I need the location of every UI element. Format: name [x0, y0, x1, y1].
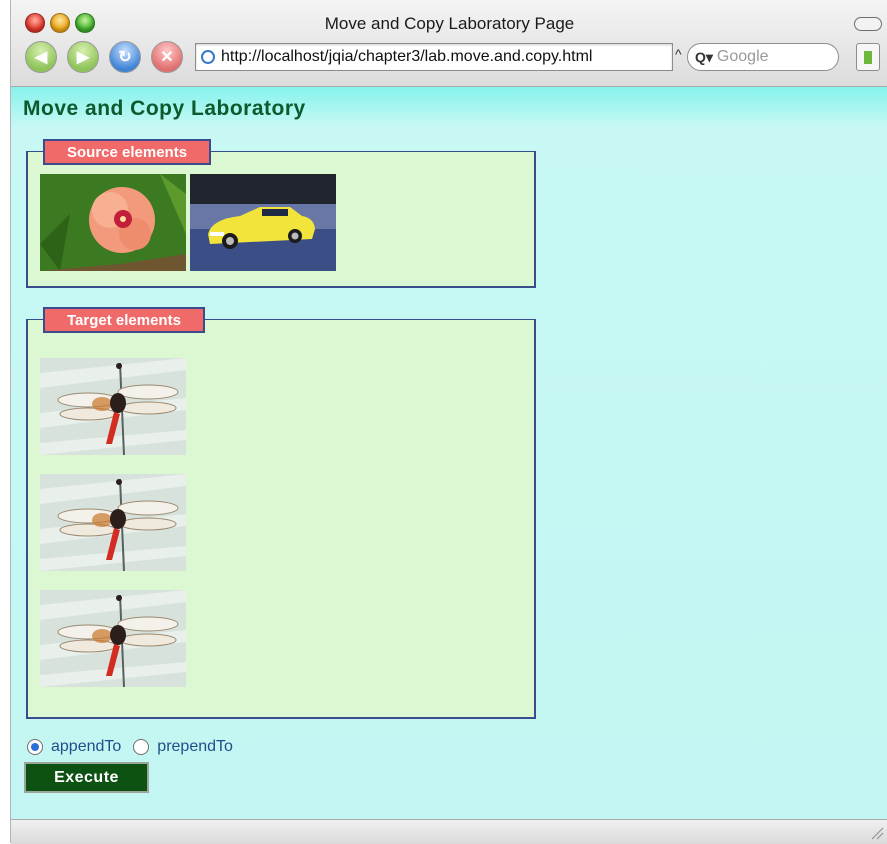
dragonfly-image[interactable]: [40, 590, 186, 687]
resize-grip-icon[interactable]: [870, 826, 884, 840]
dragonfly-image[interactable]: [40, 474, 186, 571]
appendto-label[interactable]: appendTo: [51, 738, 121, 756]
reload-button[interactable]: ↻: [109, 41, 141, 73]
url-text[interactable]: http://localhost/jqia/chapter3/lab.move.…: [221, 48, 592, 66]
radio-dot-icon: [31, 743, 39, 751]
appendto-radio[interactable]: [27, 739, 43, 755]
flower-image[interactable]: [40, 174, 186, 271]
bookmark-button[interactable]: [856, 43, 880, 71]
forward-icon: ▶: [76, 49, 90, 66]
stop-button[interactable]: ✕: [151, 41, 183, 73]
dragonfly-image[interactable]: [40, 358, 186, 455]
source-fieldset: Source elements: [26, 139, 536, 288]
source-legend: Source elements: [43, 139, 212, 165]
back-icon: ◀: [34, 49, 48, 66]
search-field[interactable]: Q▾ Google: [687, 43, 839, 71]
target-fieldset: Target elements: [26, 307, 536, 719]
bookmark-icon: [864, 50, 872, 64]
search-icon[interactable]: Q▾: [695, 49, 713, 66]
page-title: Move and Copy Laboratory: [23, 97, 306, 120]
status-bar: [11, 819, 887, 844]
window-title: Move and Copy Laboratory Page: [324, 14, 575, 33]
car-image[interactable]: [190, 174, 336, 271]
globe-icon: [201, 50, 215, 64]
page-content: Move and Copy Laboratory Source elements: [11, 87, 887, 819]
back-button[interactable]: ◀: [25, 41, 57, 73]
target-legend: Target elements: [43, 307, 205, 333]
prependto-label[interactable]: prependTo: [157, 738, 233, 756]
execute-button[interactable]: Execute: [24, 762, 149, 793]
reload-icon: ↻: [118, 49, 132, 66]
forward-button[interactable]: ▶: [67, 41, 99, 73]
titlebar: Move and Copy Laboratory Page ◀ ▶ ↻ ✕ ht…: [11, 0, 887, 87]
toolbar-toggle-button[interactable]: [854, 17, 882, 31]
history-caret-icon[interactable]: ^: [675, 46, 682, 62]
address-bar[interactable]: http://localhost/jqia/chapter3/lab.move.…: [195, 43, 673, 71]
stop-icon: ✕: [160, 49, 174, 66]
mode-radio-group: appendTo prependTo: [27, 738, 233, 756]
browser-window: Move and Copy Laboratory Page ◀ ▶ ↻ ✕ ht…: [10, 0, 887, 844]
search-placeholder[interactable]: Google: [717, 48, 769, 66]
prependto-radio[interactable]: [133, 739, 150, 755]
